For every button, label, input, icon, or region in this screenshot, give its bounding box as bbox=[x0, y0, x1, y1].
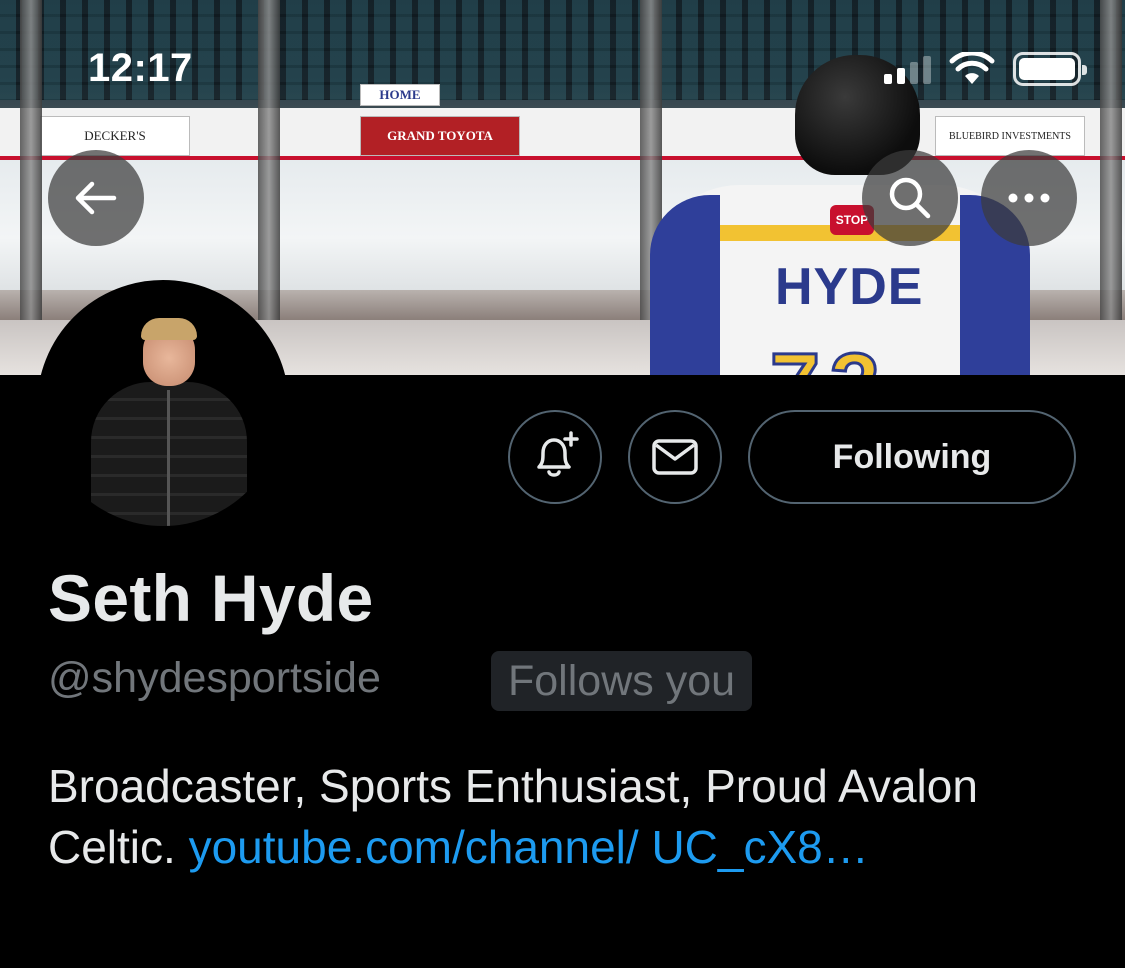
arrow-left-icon bbox=[75, 181, 117, 215]
notifications-button[interactable] bbox=[508, 410, 602, 504]
jersey-number: 73 bbox=[768, 335, 890, 376]
profile-avatar[interactable] bbox=[37, 280, 289, 532]
jersey-name: HYDE bbox=[775, 258, 924, 316]
status-time: 12:17 bbox=[88, 46, 193, 90]
profile-bio: Broadcaster, Sports Enthusiast, Proud Av… bbox=[48, 756, 1088, 878]
wifi-icon bbox=[949, 52, 995, 84]
status-icons bbox=[884, 52, 1087, 86]
banner-ad: DECKER'S bbox=[40, 116, 190, 156]
banner-ad: GRAND TOYOTA bbox=[360, 116, 520, 156]
banner-glass-post bbox=[1100, 0, 1122, 320]
back-button[interactable] bbox=[48, 150, 144, 246]
banner-glass-post bbox=[258, 0, 280, 320]
avatar-hair bbox=[141, 318, 197, 340]
follows-you-badge: Follows you bbox=[491, 651, 753, 711]
cellular-signal-icon bbox=[884, 54, 931, 84]
bell-plus-icon bbox=[537, 431, 579, 477]
search-icon bbox=[889, 177, 931, 219]
envelope-icon bbox=[652, 439, 698, 475]
battery-icon bbox=[1013, 52, 1087, 86]
banner-ad: HOME bbox=[360, 84, 440, 106]
profile-handle: @shydesportside bbox=[48, 654, 381, 702]
more-horizontal-icon bbox=[1008, 193, 1050, 203]
more-button[interactable] bbox=[981, 150, 1077, 246]
banner-glass-post bbox=[20, 0, 42, 320]
bio-link[interactable]: youtube.com/channel/ UC_cX8… bbox=[189, 821, 869, 873]
search-button[interactable] bbox=[862, 150, 958, 246]
profile-display-name: Seth Hyde bbox=[48, 561, 374, 635]
message-button[interactable] bbox=[628, 410, 722, 504]
banner-player: HYDE 73 STOP bbox=[650, 55, 1030, 375]
following-button[interactable]: Following bbox=[748, 410, 1076, 504]
